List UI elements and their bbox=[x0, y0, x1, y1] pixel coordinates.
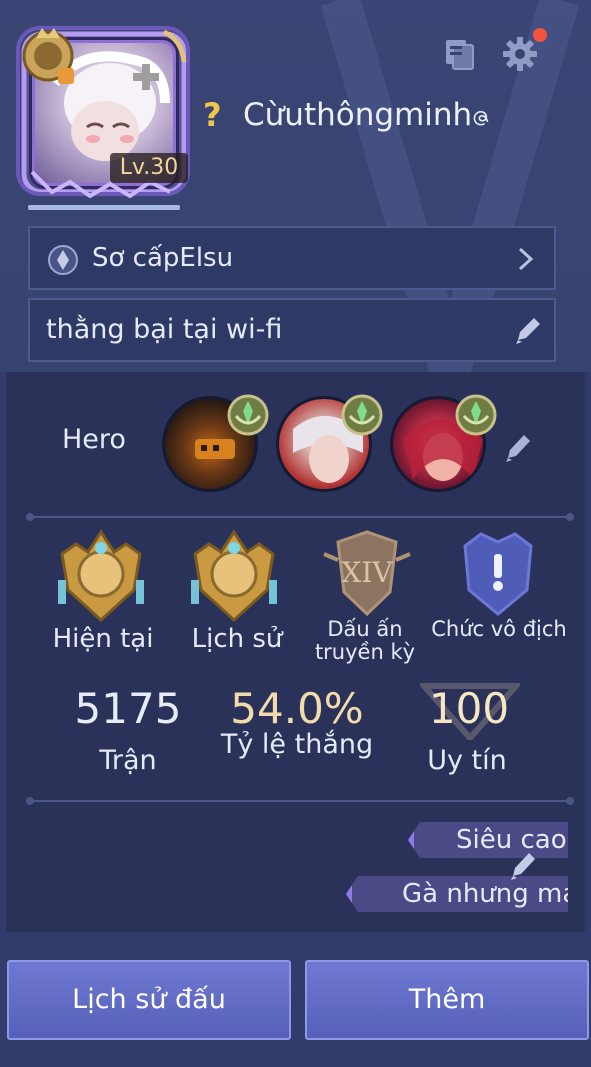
stats-card: Hero XIV Hiện tại Lịch sử Dấu ấn truyền … bbox=[6, 372, 585, 932]
level-badge: Lv.30 bbox=[110, 153, 188, 183]
legendary-numeral: XIV bbox=[341, 556, 393, 589]
hero-label: Hero bbox=[62, 424, 126, 455]
rank-emblem-icon bbox=[48, 245, 78, 275]
championship-emblem-icon[interactable] bbox=[449, 524, 547, 624]
username: Cừuthôngminhဇ bbox=[243, 97, 491, 133]
profile-header: Lv.30 ? Cừuthôngminhဇ Sơ cấpElsu thằng b… bbox=[0, 0, 591, 372]
edit-titles-pencil-icon[interactable] bbox=[508, 848, 538, 882]
credit-label: Uy tín bbox=[427, 745, 507, 776]
emblem-label-history: Lịch sử bbox=[191, 624, 283, 654]
current-rank-emblem-icon[interactable] bbox=[52, 524, 150, 624]
hero-mastery-badge-icon bbox=[227, 394, 269, 436]
edit-heroes-pencil-icon[interactable] bbox=[502, 430, 534, 464]
records-icon[interactable] bbox=[444, 38, 476, 70]
matches-label: Trận bbox=[99, 745, 157, 776]
winrate-value: 54.0% bbox=[230, 684, 364, 733]
rank-row[interactable]: Sơ cấpElsu bbox=[28, 226, 556, 290]
match-history-button[interactable]: Lịch sử đấu bbox=[7, 960, 291, 1040]
hero-mastery-badge-icon bbox=[455, 394, 497, 436]
chevron-right-icon bbox=[518, 247, 534, 271]
emblem-label-legendary: Dấu ấn truyền kỳ bbox=[314, 617, 416, 664]
pencil-icon[interactable] bbox=[512, 314, 542, 346]
gear-icon[interactable] bbox=[502, 36, 538, 72]
matches-value: 5175 bbox=[74, 684, 182, 733]
avatar[interactable]: Lv.30 bbox=[14, 22, 192, 198]
profile-page: Lv.30 ? Cừuthôngminhဇ Sơ cấpElsu thằng b… bbox=[0, 0, 591, 1067]
motto-row[interactable]: thằng bại tại wi-fi bbox=[28, 298, 556, 362]
legendary-mark-emblem-icon[interactable]: XIV bbox=[318, 524, 416, 624]
motto-text: thằng bại tại wi-fi bbox=[46, 314, 283, 345]
emblem-label-current: Hiện tại bbox=[52, 624, 154, 654]
history-rank-emblem-icon[interactable] bbox=[185, 524, 283, 624]
winrate-label: Tỷ lệ thắng bbox=[220, 729, 374, 760]
divider bbox=[26, 513, 574, 521]
divider bbox=[26, 797, 574, 805]
question-icon[interactable]: ? bbox=[203, 95, 233, 135]
title-tag: Siêu cao bbox=[408, 822, 568, 858]
more-button[interactable]: Thêm bbox=[305, 960, 589, 1040]
notification-dot bbox=[533, 28, 547, 42]
username-suffix-glyph: ဇ bbox=[472, 97, 491, 133]
credit-value: 100 bbox=[428, 684, 510, 733]
hero-mastery-badge-icon bbox=[341, 394, 383, 436]
avatar-underline bbox=[28, 205, 180, 210]
rank-text: Sơ cấpElsu bbox=[92, 243, 234, 273]
emblem-label-championship: Chức vô địch bbox=[431, 617, 567, 641]
